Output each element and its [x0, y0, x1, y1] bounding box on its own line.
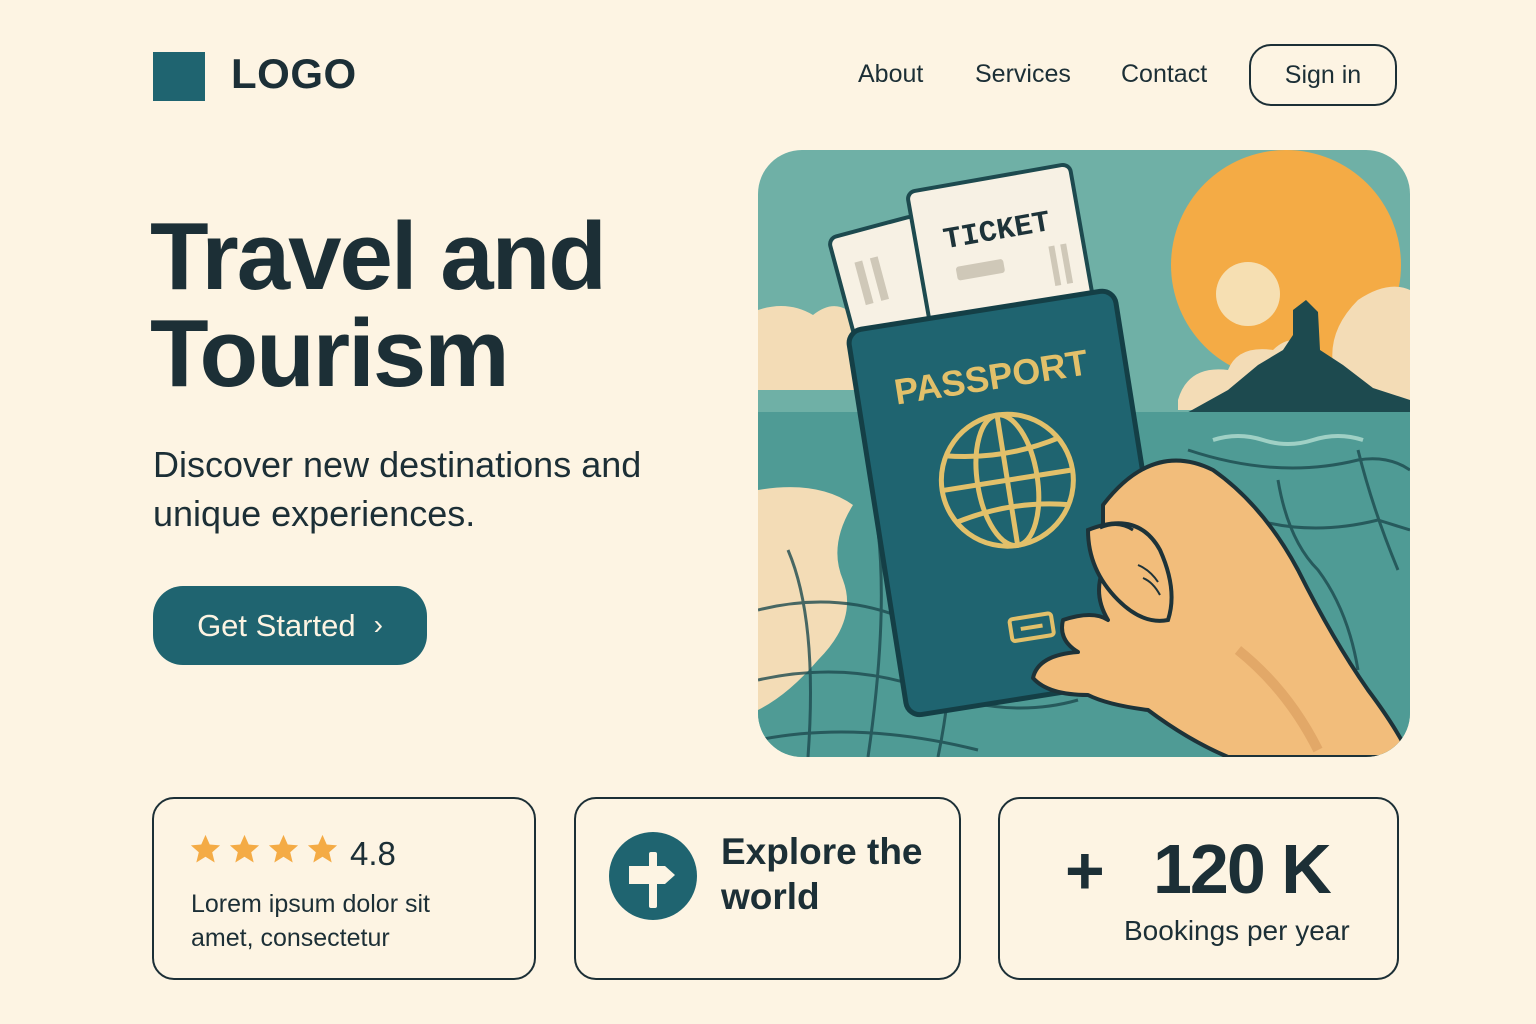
hero-subtitle: Discover new destinations and unique exp…: [153, 444, 642, 534]
get-started-button[interactable]: Get Started ›: [153, 586, 427, 665]
passport-hand-illustration: TICKET PASSPORT: [758, 150, 1410, 757]
rating-value: 4.8: [350, 835, 396, 872]
hero-title: Travel and Tourism: [150, 203, 607, 407]
star-icon: [268, 834, 299, 863]
star-rating: [188, 832, 340, 867]
bookings-label: Bookings per year: [1124, 915, 1350, 946]
nav-services[interactable]: Services: [975, 60, 1071, 89]
signpost-icon: [609, 832, 697, 920]
star-icon: [307, 834, 338, 863]
bookings-count: 120 K: [1153, 830, 1332, 908]
plus-icon: +: [1065, 833, 1105, 909]
nav-contact[interactable]: Contact: [1121, 60, 1207, 89]
logo-mark[interactable]: [153, 52, 205, 101]
star-icon: [229, 834, 260, 863]
rating-description: Lorem ipsum dolor sit amet, consectetur: [191, 890, 430, 952]
rating-card: 4.8 Lorem ipsum dolor sit amet, consecte…: [152, 797, 536, 980]
nav-about[interactable]: About: [858, 60, 923, 89]
star-icon: [190, 834, 221, 863]
explore-card[interactable]: Explore the world: [574, 797, 961, 980]
chevron-right-icon: ›: [373, 608, 383, 640]
get-started-label: Get Started: [197, 607, 356, 643]
hero-illustration: TICKET PASSPORT: [758, 150, 1410, 757]
sign-in-button[interactable]: Sign in: [1249, 44, 1397, 106]
logo-text[interactable]: LOGO: [231, 50, 357, 98]
explore-text: Explore the world: [721, 831, 923, 917]
bookings-card: + 120 K Bookings per year: [998, 797, 1399, 980]
